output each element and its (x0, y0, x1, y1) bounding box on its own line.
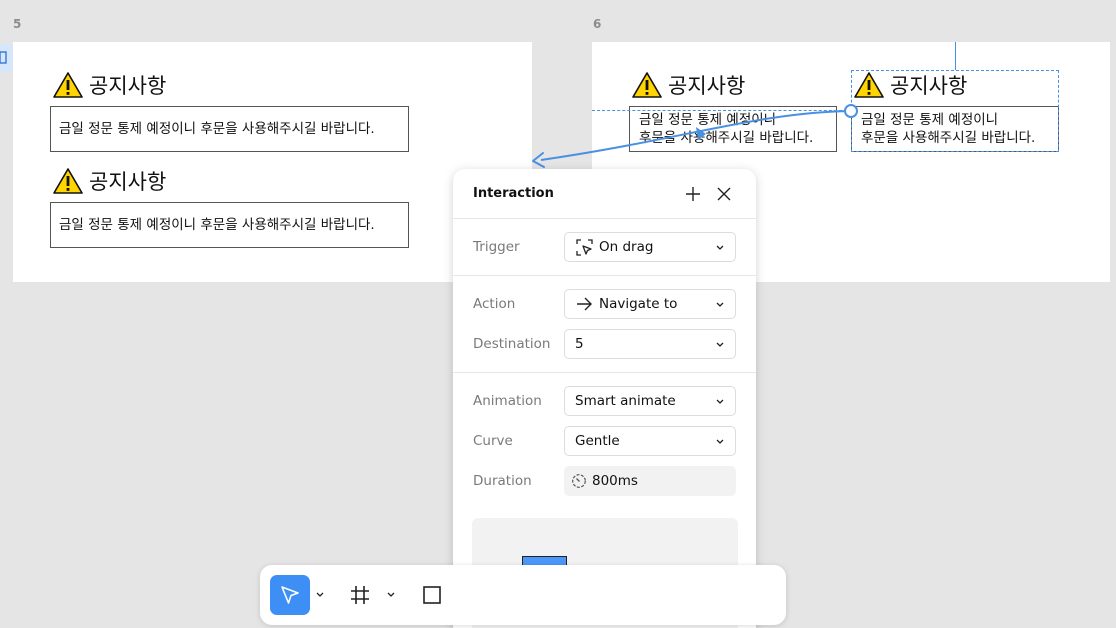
curve-select[interactable]: Gentle (564, 426, 736, 456)
bottom-toolbar (260, 565, 786, 625)
arrow-right-icon (575, 295, 593, 313)
shape-tool-button[interactable] (414, 575, 450, 615)
drag-icon (575, 238, 593, 256)
chevron-down-icon (716, 439, 724, 444)
destination-label: Destination (473, 336, 551, 352)
animation-row: Animation Smart animate (453, 381, 756, 421)
trigger-select[interactable]: On drag (564, 232, 736, 262)
action-value: Navigate to (599, 296, 678, 312)
frame-tool-chevron-icon[interactable] (386, 589, 396, 599)
frame-tool-button[interactable] (342, 575, 378, 615)
trigger-row: Trigger On drag (453, 227, 756, 267)
animation-label: Animation (473, 393, 542, 409)
chevron-down-icon (716, 245, 724, 250)
panel-title: Interaction (473, 186, 554, 201)
destination-row: Destination 5 (453, 324, 756, 364)
panel-header: Interaction (453, 169, 756, 219)
trigger-section: Trigger On drag (453, 219, 756, 276)
duration-label: Duration (473, 473, 532, 489)
add-interaction-button[interactable] (681, 182, 705, 206)
animation-value: Smart animate (575, 393, 676, 409)
curve-label: Curve (473, 433, 513, 449)
move-tool-chevron-icon[interactable] (315, 589, 325, 599)
duration-row: Duration 800ms (453, 461, 756, 501)
timer-icon (570, 472, 588, 490)
duration-input[interactable]: 800ms (564, 466, 736, 496)
destination-select[interactable]: 5 (564, 329, 736, 359)
duration-value: 800ms (592, 473, 638, 489)
curve-row: Curve Gentle (453, 421, 756, 461)
curve-value: Gentle (575, 433, 620, 449)
animation-section: Animation Smart animate Curve Gentle Dur… (453, 373, 756, 509)
close-panel-button[interactable] (712, 182, 736, 206)
action-row: Action Navigate to (453, 284, 756, 324)
chevron-down-icon (716, 302, 724, 307)
destination-value: 5 (575, 336, 584, 352)
action-label: Action (473, 296, 516, 312)
action-select[interactable]: Navigate to (564, 289, 736, 319)
animation-select[interactable]: Smart animate (564, 386, 736, 416)
connector-handle[interactable] (844, 104, 858, 118)
chevron-down-icon (716, 399, 724, 404)
plus-icon (686, 186, 700, 201)
trigger-value: On drag (599, 239, 654, 255)
move-tool-button[interactable] (270, 575, 310, 615)
close-icon (717, 187, 731, 200)
action-section: Action Navigate to Destination 5 (453, 276, 756, 373)
chevron-down-icon (716, 342, 724, 347)
pointer-icon (281, 586, 299, 604)
rectangle-icon (423, 586, 441, 604)
interaction-panel: Interaction Trigger On drag Action Navig… (453, 169, 756, 628)
trigger-label: Trigger (473, 239, 520, 255)
hash-icon (351, 586, 369, 604)
